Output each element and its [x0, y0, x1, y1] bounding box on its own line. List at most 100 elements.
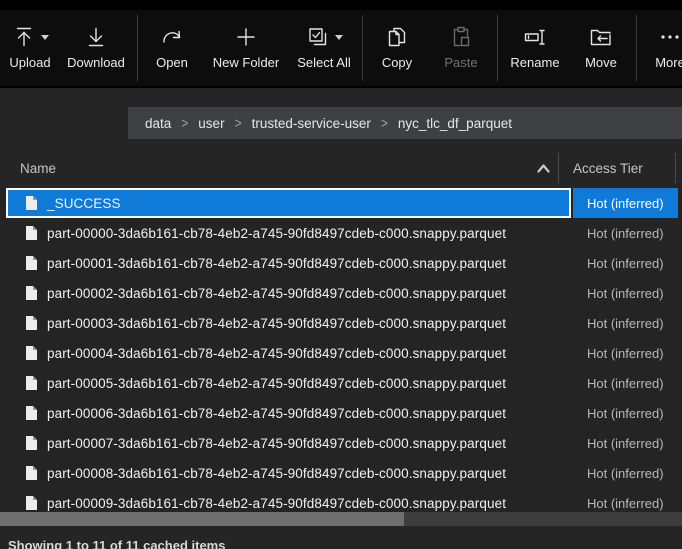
navigation-bar: data > user > trusted-service-user > nyc_tlc_d… — [0, 90, 682, 221]
breadcrumb-segment[interactable]: user — [198, 116, 224, 131]
rename-icon — [524, 29, 545, 45]
access-tier-cell: Hot (inferred) — [573, 368, 678, 398]
table-row[interactable]: part-00005-3da6b161-cb78-4eb2-a745-90fd8… — [0, 368, 682, 398]
open-label: Open — [156, 55, 188, 70]
more-label: More — [655, 55, 682, 70]
file-name-cell[interactable]: part-00007-3da6b161-cb78-4eb2-a745-90fd8… — [6, 428, 571, 458]
chevron-down-icon[interactable] — [40, 34, 49, 40]
access-tier-value: Hot (inferred) — [587, 255, 664, 271]
upload-label: Upload — [9, 55, 51, 70]
file-name-cell[interactable]: part-00004-3da6b161-cb78-4eb2-a745-90fd8… — [6, 338, 571, 368]
toolbar-divider — [497, 15, 498, 81]
toolbar-divider — [636, 15, 637, 81]
file-name-cell[interactable]: part-00009-3da6b161-cb78-4eb2-a745-90fd8… — [6, 488, 571, 512]
access-tier-cell: Hot (inferred) — [573, 458, 678, 488]
file-icon — [24, 255, 38, 271]
column-header-access-tier[interactable]: Access Tier — [573, 148, 643, 188]
column-divider[interactable] — [558, 153, 559, 183]
table-row[interactable]: part-00000-3da6b161-cb78-4eb2-a745-90fd8… — [0, 218, 682, 248]
file-name: part-00005-3da6b161-cb78-4eb2-a745-90fd8… — [47, 375, 507, 391]
access-tier-cell: Hot (inferred) — [573, 248, 678, 278]
breadcrumb: data > user > trusted-service-user > nyc_tlc_d… — [128, 107, 682, 139]
new-folder-label: New Folder — [212, 55, 280, 70]
access-tier-value: Hot (inferred) — [587, 465, 664, 481]
file-name: part-00009-3da6b161-cb78-4eb2-a745-90fd8… — [47, 495, 507, 511]
paste-icon — [453, 26, 470, 47]
file-icon — [24, 435, 38, 451]
access-tier-value: Hot (inferred) — [587, 195, 664, 211]
file-name-cell[interactable]: part-00008-3da6b161-cb78-4eb2-a745-90fd8… — [6, 458, 571, 488]
access-tier-cell: Hot (inferred) — [573, 188, 678, 218]
file-name: part-00004-3da6b161-cb78-4eb2-a745-90fd8… — [47, 345, 507, 361]
file-name-cell[interactable]: part-00001-3da6b161-cb78-4eb2-a745-90fd8… — [6, 248, 571, 278]
file-list: _SUCCESS Hot (inferred) part-00000-3da6b1… — [0, 188, 682, 512]
breadcrumb-separator-icon: > — [234, 114, 242, 132]
new-folder-icon — [237, 28, 255, 46]
status-bar: Showing 1 to 11 of 11 cached items — [0, 526, 682, 549]
breadcrumb-segment[interactable]: nyc_tlc_df_parquet — [398, 116, 512, 131]
file-icon — [24, 285, 38, 301]
table-row[interactable]: part-00001-3da6b161-cb78-4eb2-a745-90fd8… — [0, 248, 682, 278]
file-icon — [24, 375, 38, 391]
access-tier-cell: Hot (inferred) — [573, 308, 678, 338]
table-row[interactable]: _SUCCESS Hot (inferred) — [0, 188, 682, 218]
breadcrumb-separator-icon: > — [380, 114, 388, 132]
file-name-cell[interactable]: part-00002-3da6b161-cb78-4eb2-a745-90fd8… — [6, 278, 571, 308]
table-row[interactable]: part-00009-3da6b161-cb78-4eb2-a745-90fd8… — [0, 488, 682, 512]
access-tier-cell: Hot (inferred) — [573, 338, 678, 368]
access-tier-value: Hot (inferred) — [587, 375, 664, 391]
file-name: part-00000-3da6b161-cb78-4eb2-a745-90fd8… — [47, 225, 507, 241]
breadcrumb-segment[interactable]: data — [145, 116, 171, 131]
access-tier-value: Hot (inferred) — [587, 435, 664, 451]
open-icon — [163, 30, 181, 43]
breadcrumb-separator-icon: > — [181, 114, 189, 132]
toolbar-divider — [137, 15, 138, 81]
rename-label: Rename — [510, 55, 560, 70]
file-icon — [24, 465, 38, 481]
file-name: part-00003-3da6b161-cb78-4eb2-a745-90fd8… — [47, 315, 507, 331]
new-folder-button[interactable]: New Folder — [203, 10, 289, 86]
download-button[interactable]: Download — [58, 10, 134, 86]
table-row[interactable]: part-00008-3da6b161-cb78-4eb2-a745-90fd8… — [0, 458, 682, 488]
rename-button[interactable]: Rename — [501, 10, 569, 86]
file-name-cell[interactable]: part-00005-3da6b161-cb78-4eb2-a745-90fd8… — [6, 368, 571, 398]
file-name: part-00001-3da6b161-cb78-4eb2-a745-90fd8… — [47, 255, 507, 271]
column-divider[interactable] — [675, 153, 676, 183]
toolbar-divider — [362, 15, 363, 81]
column-header-access-tier-label: Access Tier — [573, 160, 643, 176]
chevron-down-icon[interactable] — [334, 34, 343, 40]
access-tier-cell: Hot (inferred) — [573, 398, 678, 428]
move-label: Move — [585, 55, 617, 70]
horizontal-scrollbar[interactable] — [0, 512, 682, 526]
file-name-cell[interactable]: part-00000-3da6b161-cb78-4eb2-a745-90fd8… — [6, 218, 571, 248]
table-row[interactable]: part-00007-3da6b161-cb78-4eb2-a745-90fd8… — [0, 428, 682, 458]
paste-button[interactable]: Paste — [428, 10, 494, 86]
access-tier-value: Hot (inferred) — [587, 405, 664, 421]
file-name: part-00008-3da6b161-cb78-4eb2-a745-90fd8… — [47, 465, 507, 481]
table-row[interactable]: part-00004-3da6b161-cb78-4eb2-a745-90fd8… — [0, 338, 682, 368]
access-tier-value: Hot (inferred) — [587, 315, 664, 331]
table-row[interactable]: part-00002-3da6b161-cb78-4eb2-a745-90fd8… — [0, 278, 682, 308]
file-name-cell[interactable]: part-00003-3da6b161-cb78-4eb2-a745-90fd8… — [6, 308, 571, 338]
breadcrumb-segment[interactable]: trusted-service-user — [252, 116, 371, 131]
move-icon — [590, 29, 611, 46]
copy-button[interactable]: Copy — [366, 10, 428, 86]
file-icon — [24, 405, 38, 421]
file-name: part-00002-3da6b161-cb78-4eb2-a745-90fd8… — [47, 285, 507, 301]
table-row[interactable]: part-00006-3da6b161-cb78-4eb2-a745-90fd8… — [0, 398, 682, 428]
access-tier-cell: Hot (inferred) — [573, 488, 678, 512]
scrollbar-thumb[interactable] — [0, 512, 404, 526]
table-header: Name Access Tier — [0, 148, 682, 188]
column-header-name[interactable]: Name — [20, 148, 56, 188]
table-row[interactable]: part-00003-3da6b161-cb78-4eb2-a745-90fd8… — [0, 308, 682, 338]
select-all-label: Select All — [297, 55, 351, 70]
window-top-strip — [0, 0, 682, 10]
move-button[interactable]: Move — [569, 10, 633, 86]
open-button[interactable]: Open — [141, 10, 203, 86]
file-icon — [24, 195, 38, 211]
file-name-cell[interactable]: part-00006-3da6b161-cb78-4eb2-a745-90fd8… — [6, 398, 571, 428]
select-all-button[interactable]: Select All — [289, 10, 359, 86]
file-name-cell[interactable]: _SUCCESS — [6, 188, 571, 218]
more-button[interactable]: More — [640, 10, 682, 86]
upload-button[interactable]: Upload — [2, 10, 58, 86]
